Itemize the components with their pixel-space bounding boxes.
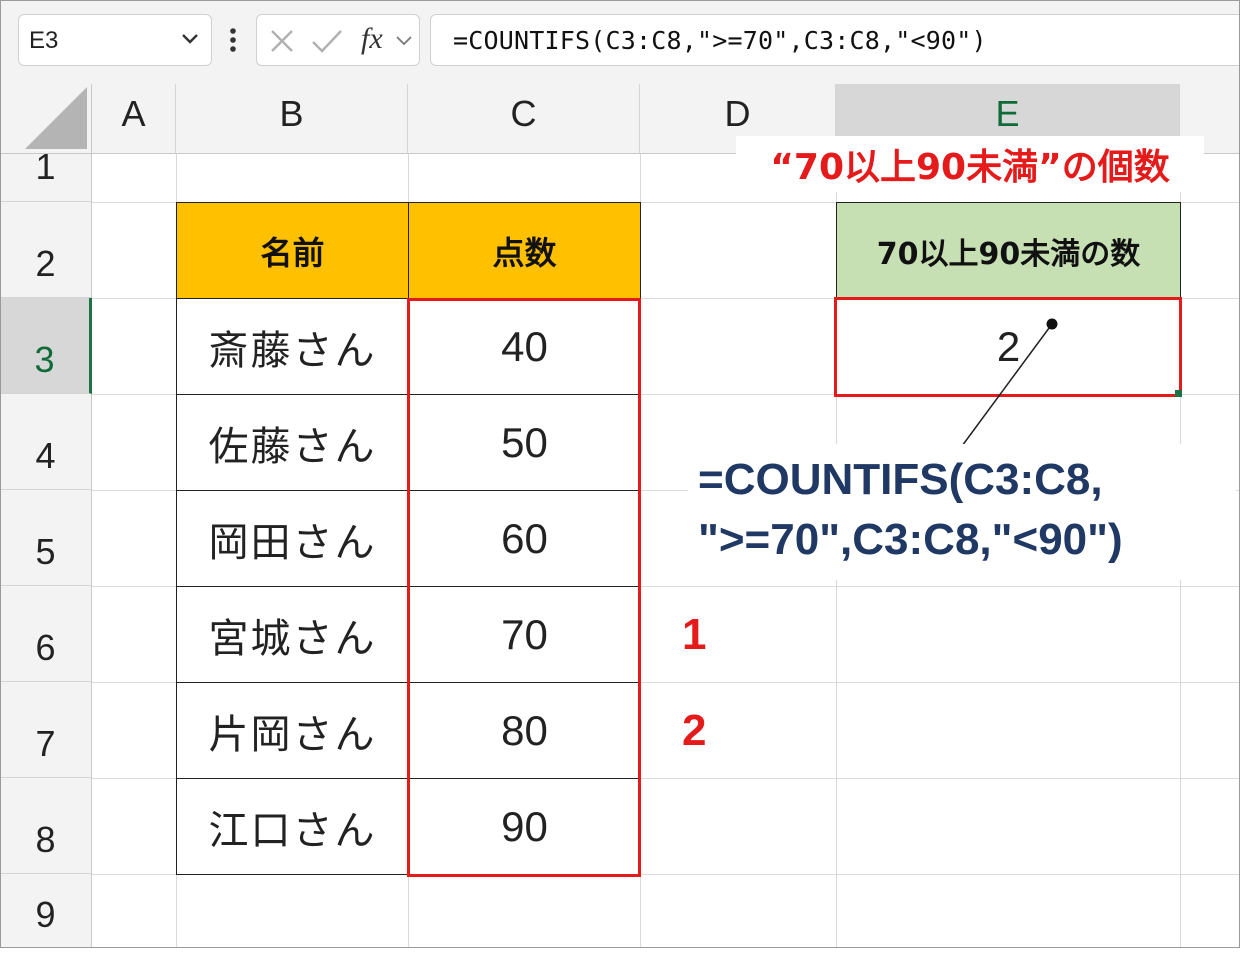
window-border: [0, 0, 1240, 948]
